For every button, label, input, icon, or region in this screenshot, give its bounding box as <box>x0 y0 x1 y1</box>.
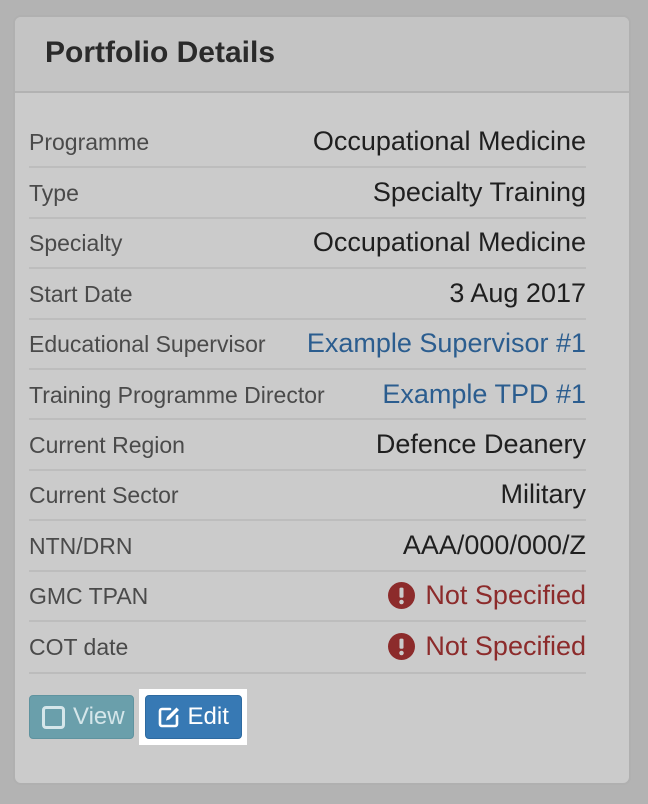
detail-value: Defence Deanery <box>376 429 586 460</box>
details-list: Programme Occupational Medicine Type Specia… <box>29 116 586 670</box>
detail-row: COT date Not Specified <box>29 619 586 670</box>
divider <box>29 672 586 674</box>
detail-value-text: Not Specified <box>425 580 586 611</box>
detail-label: Specialty <box>29 230 123 257</box>
detail-row: Training Programme Director Example TPD #… <box>29 367 586 418</box>
detail-label: Educational Supervisor <box>29 331 266 358</box>
actions-bar: View Edit <box>29 689 247 745</box>
detail-row: Start Date 3 Aug 2017 <box>29 267 586 317</box>
detail-row: GMC TPAN Not Specified <box>29 569 586 620</box>
detail-label: Type <box>29 180 79 207</box>
detail-value-text: Occupational Medicine <box>312 125 586 156</box>
detail-value: Occupational Medicine <box>313 227 586 258</box>
panel-heading: Portfolio Details <box>15 17 629 93</box>
detail-value: Military <box>501 479 587 510</box>
detail-value-text: Example Supervisor #1 <box>306 328 586 359</box>
edit-button-highlight: Edit <box>139 689 247 745</box>
detail-label: Current Sector <box>29 482 179 509</box>
detail-value-text: Example TPD #1 <box>382 378 586 409</box>
detail-label: NTN/DRN <box>29 532 133 559</box>
detail-value-text: 3 Aug 2017 <box>449 277 586 308</box>
detail-value: AAA/000/000/Z <box>403 530 586 561</box>
edit-button-label: Edit <box>187 703 229 730</box>
detail-label: Programme <box>29 128 150 155</box>
pencil-square-icon <box>158 707 179 728</box>
detail-label: COT date <box>29 633 129 660</box>
view-button[interactable]: View <box>29 695 134 739</box>
view-button-label: View <box>73 703 125 730</box>
detail-value: Occupational Medicine <box>313 126 586 157</box>
detail-value-link[interactable]: Example Supervisor #1 <box>307 328 586 359</box>
detail-label: Current Region <box>29 432 185 459</box>
detail-value: Not Specified <box>388 580 586 611</box>
detail-value-text: Occupational Medicine <box>312 227 586 258</box>
detail-value-text: Not Specified <box>425 630 586 661</box>
detail-row: Current Sector Military <box>29 468 587 519</box>
detail-value: Specialty Training <box>373 177 586 208</box>
detail-label: Training Programme Director <box>29 381 325 408</box>
panel-title: Portfolio Details <box>45 36 276 69</box>
detail-value-text: Defence Deanery <box>375 429 586 460</box>
detail-row: Programme Occupational Medicine <box>29 116 586 166</box>
detail-row: NTN/DRN AAA/000/000/Z <box>29 519 586 569</box>
detail-value-text: AAA/000/000/Z <box>402 529 586 560</box>
detail-value: Not Specified <box>388 631 586 662</box>
detail-value-text: Specialty Training <box>372 177 586 208</box>
detail-row: Current Region Defence Deanery <box>29 418 586 468</box>
detail-row: Educational Supervisor Example Supervisor… <box>29 317 586 368</box>
exclamation-circle-icon <box>388 632 416 660</box>
detail-value-text: Military <box>500 479 587 510</box>
detail-label: GMC TPAN <box>29 583 149 610</box>
detail-row: Type Specialty Training <box>29 166 586 216</box>
detail-value: 3 Aug 2017 <box>449 278 586 309</box>
detail-label: Start Date <box>29 280 133 307</box>
square-icon <box>42 705 65 729</box>
detail-value-link[interactable]: Example TPD #1 <box>382 379 586 410</box>
detail-row: Specialty Occupational Medicine <box>29 216 586 267</box>
exclamation-circle-icon <box>388 582 416 610</box>
edit-button[interactable]: Edit <box>144 695 242 739</box>
